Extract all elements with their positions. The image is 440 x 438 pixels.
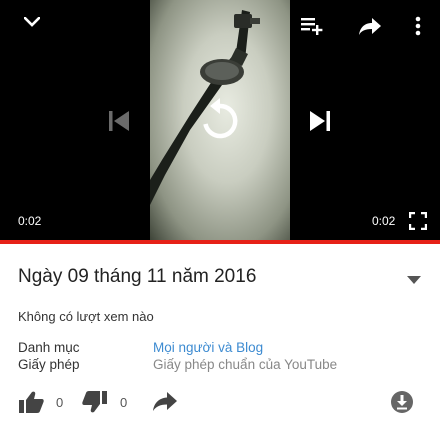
fullscreen-icon	[409, 212, 427, 230]
video-title: Ngày 09 tháng 11 năm 2016	[18, 266, 257, 287]
current-time: 0:02	[18, 214, 42, 228]
replay-button[interactable]	[196, 96, 244, 144]
thumb-down-icon	[82, 391, 107, 413]
share-icon	[359, 18, 381, 35]
license-value: Giấy phép chuẩn của YouTube	[153, 357, 338, 372]
like-count: 0	[56, 394, 64, 410]
skip-previous-icon	[109, 111, 129, 131]
more-vert-icon	[415, 16, 421, 36]
chevron-down-icon	[24, 17, 40, 27]
previous-button[interactable]	[104, 106, 134, 136]
progress-bar[interactable]	[0, 240, 440, 244]
thumb-up-icon	[19, 391, 44, 413]
dislike-count: 0	[120, 394, 128, 410]
add-to-playlist-icon	[301, 18, 323, 35]
progress-fill	[0, 240, 440, 244]
video-player[interactable]: 0:02 0:02	[0, 0, 440, 240]
view-count: Không có lượt xem nào	[18, 309, 154, 324]
category-link[interactable]: Mọi người và Blog	[153, 340, 263, 355]
download-icon	[391, 391, 413, 413]
share-button[interactable]	[152, 390, 178, 412]
next-button[interactable]	[305, 106, 335, 136]
share-icon	[153, 392, 177, 411]
share-button-top[interactable]	[356, 14, 384, 38]
category-label: Danh mục	[18, 340, 80, 355]
expand-description-button[interactable]	[402, 270, 426, 290]
collapse-button[interactable]	[18, 10, 46, 34]
replay-icon	[203, 98, 238, 139]
skip-next-icon	[310, 111, 330, 131]
arrow-drop-down-icon	[407, 276, 421, 284]
add-to-playlist-button[interactable]	[298, 14, 326, 38]
download-button[interactable]	[390, 390, 414, 414]
total-time: 0:02	[372, 214, 396, 228]
fullscreen-button[interactable]	[408, 211, 428, 231]
like-button[interactable]: 0	[18, 390, 63, 414]
license-label: Giấy phép	[18, 357, 80, 372]
dislike-button[interactable]: 0	[82, 390, 127, 414]
more-options-button[interactable]	[408, 14, 428, 38]
